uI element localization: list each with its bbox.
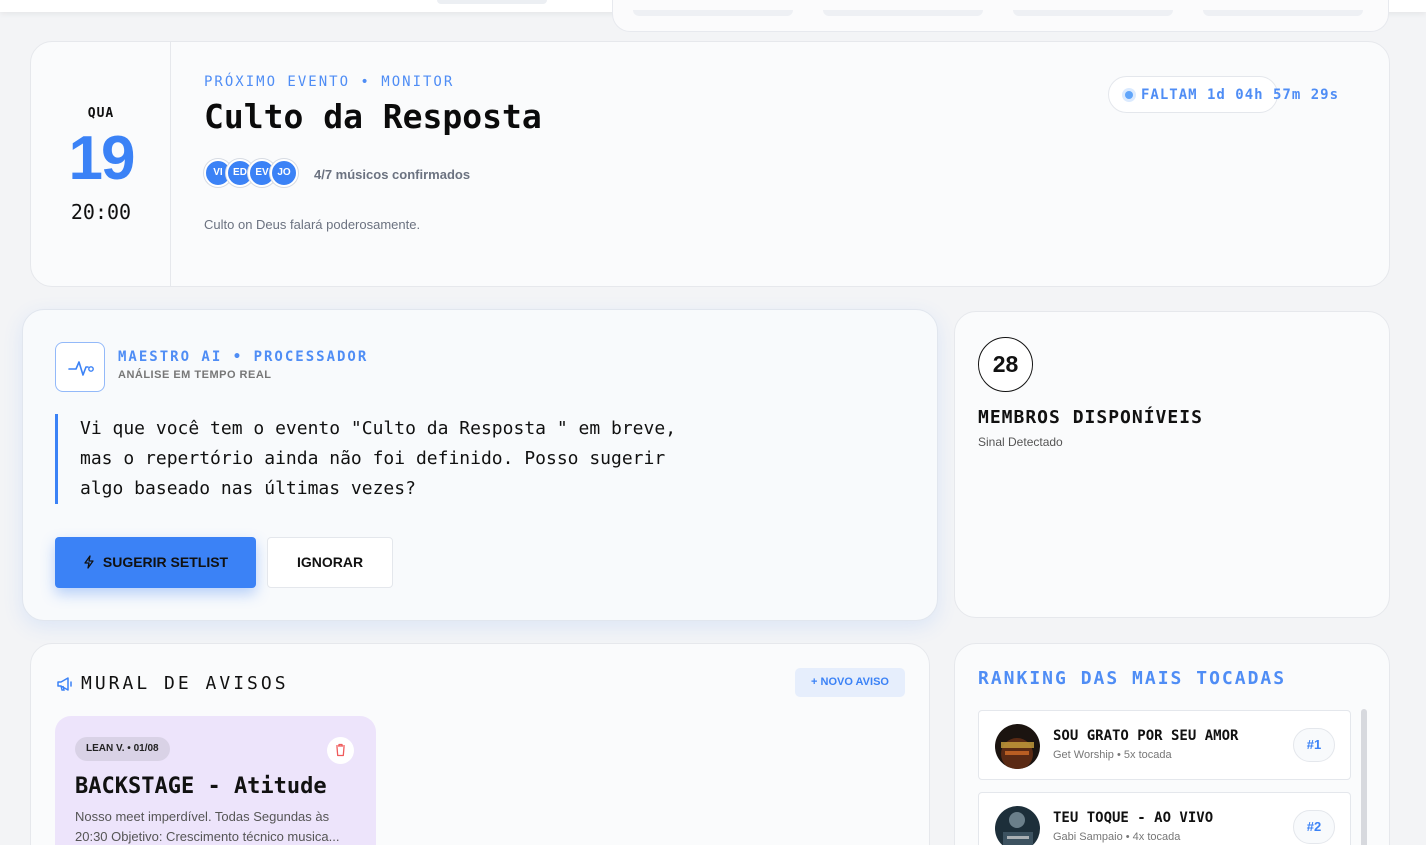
avatar: JO (270, 159, 298, 187)
notice-body-line: Nosso meet imperdível. Todas Segundas às (75, 809, 330, 824)
delete-notice-button[interactable] (327, 737, 354, 764)
confirmed-count: 4/7 músicos confirmados (314, 167, 471, 182)
rank-position-badge: #2 (1293, 810, 1335, 844)
pulse-icon (55, 342, 105, 392)
notice-board-card: MURAL DE AVISOS + NOVO AVISO LEAN V. • 0… (30, 643, 930, 845)
song-meta: Get Worship • 5x tocada (1053, 749, 1172, 761)
members-count: 28 (978, 337, 1033, 392)
ranking-scrollbar[interactable] (1361, 709, 1367, 845)
ignore-button[interactable]: IGNORAR (267, 537, 393, 588)
members-subtitle: Sinal Detectado (978, 435, 1063, 449)
notice-card[interactable]: LEAN V. • 01/08 BACKSTAGE - Atitude Noss… (55, 716, 376, 845)
top-stats-strip (612, 0, 1389, 32)
ranking-item[interactable]: SOU GRATO POR SEU AMOR Get Worship • 5x … (978, 710, 1351, 780)
ai-title: MAESTRO AI • PROCESSADOR (118, 349, 369, 365)
ranking-card: RANKING DAS MAIS TOCADAS SOU GRATO POR S… (954, 643, 1390, 845)
event-day-of-week: QUA (87, 106, 115, 121)
event-title: Culto da Resposta (204, 97, 542, 136)
event-eyebrow: PRÓXIMO EVENTO • MONITOR (204, 74, 455, 90)
confirmed-avatars: VI ED EV JO (204, 159, 304, 189)
song-cover-image (995, 806, 1040, 845)
event-time: 20:00 (70, 200, 132, 224)
countdown-text: FALTAM 1d 04h 57m 29s (1141, 87, 1340, 103)
song-meta: Gabi Sampaio • 4x tocada (1053, 831, 1181, 843)
live-dot-icon (1125, 91, 1133, 99)
next-event-card[interactable]: QUA 19 20:00 PRÓXIMO EVENTO • MONITOR Cu… (30, 41, 1390, 287)
bolt-icon (83, 537, 95, 588)
rank-position-badge: #1 (1293, 728, 1335, 762)
event-date-column: QUA 19 20:00 (31, 42, 171, 286)
song-name: SOU GRATO POR SEU AMOR (1053, 728, 1239, 744)
event-countdown-badge: FALTAM 1d 04h 57m 29s (1108, 76, 1338, 113)
event-day: 19 (68, 124, 136, 193)
notice-title: BACKSTAGE - Atitude (75, 774, 327, 799)
trash-icon (336, 743, 345, 757)
ranking-title: RANKING DAS MAIS TOCADAS (978, 668, 1287, 689)
notice-body: Nosso meet imperdível. Todas Segundas às… (75, 807, 365, 845)
available-members-card: 28 MEMBROS DISPONÍVEIS Sinal Detectado (954, 311, 1390, 618)
new-notice-button[interactable]: + NOVO AVISO (795, 668, 905, 697)
suggest-setlist-label: SUGERIR SETLIST (102, 554, 229, 570)
top-bar-handle (437, 0, 547, 4)
members-title: MEMBROS DISPONÍVEIS (978, 407, 1203, 428)
ranking-item[interactable]: TEU TOQUE - AO VIVO Gabi Sampaio • 4x to… (978, 792, 1351, 845)
ai-message: Vi que você tem o evento "Culto da Respo… (55, 414, 695, 504)
notice-author-tag: LEAN V. • 01/08 (75, 737, 170, 761)
ai-subtitle: ANÁLISE EM TEMPO REAL (118, 369, 272, 381)
song-cover-image (995, 724, 1040, 769)
suggest-setlist-button[interactable]: SUGERIR SETLIST (55, 537, 256, 588)
song-name: TEU TOQUE - AO VIVO (1053, 810, 1214, 826)
notice-board-title: MURAL DE AVISOS (81, 673, 289, 694)
event-description: Culto on Deus falará poderosamente. (204, 217, 421, 232)
notice-body-line: 20:30 Objetivo: Crescimento técnico musi… (75, 829, 340, 844)
megaphone-icon (55, 674, 75, 694)
maestro-ai-card: MAESTRO AI • PROCESSADOR ANÁLISE EM TEMP… (22, 309, 938, 621)
